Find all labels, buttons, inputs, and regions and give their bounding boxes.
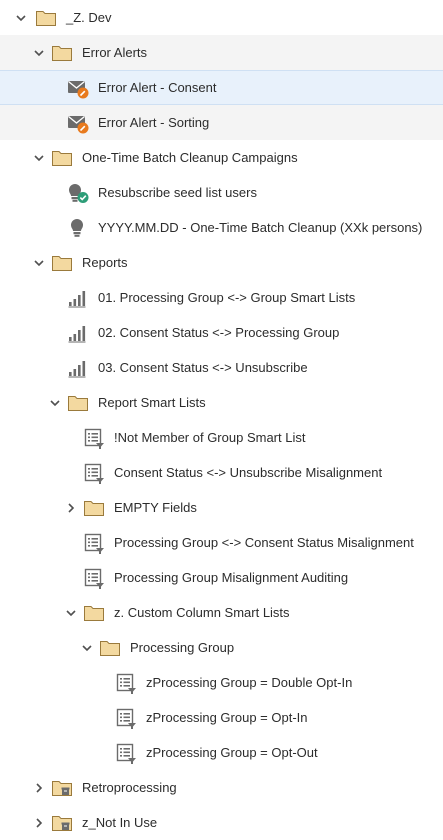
smart-list-icon — [83, 567, 105, 589]
tree-item-label: Reports — [82, 255, 128, 270]
tree-item-report-02[interactable]: 02. Consent Status <-> Processing Group — [0, 315, 443, 350]
tree-item-batch-cleanup[interactable]: One-Time Batch Cleanup Campaigns — [0, 140, 443, 175]
chevron-down-icon[interactable] — [32, 151, 46, 165]
folder-icon — [51, 42, 73, 64]
tree-item-smart-list[interactable]: Consent Status <-> Unsubscribe Misalignm… — [0, 455, 443, 490]
tree-item-processing-group[interactable]: Processing Group — [0, 630, 443, 665]
program-tree: _Z. Dev Error Alerts Error Alert - Conse… — [0, 0, 443, 840]
tree-item-label: z_Not In Use — [82, 815, 158, 830]
tree-item-label: Error Alert - Consent — [98, 80, 217, 95]
tree-item-label: Error Alert - Sorting — [98, 115, 210, 130]
tree-item-label: 03. Consent Status <-> Unsubscribe — [98, 360, 308, 375]
tree-item-label: 02. Consent Status <-> Processing Group — [98, 325, 340, 340]
tree-item-smart-list[interactable]: zProcessing Group = Opt-Out — [0, 735, 443, 770]
smart-list-icon — [83, 427, 105, 449]
tree-item-label: Report Smart Lists — [98, 395, 206, 410]
tree-item-not-in-use[interactable]: z_Not In Use — [0, 805, 443, 840]
tree-item-batch-cleanup-template[interactable]: YYYY.MM.DD - One-Time Batch Cleanup (XXk… — [0, 210, 443, 245]
tree-item-label: zProcessing Group = Opt-In — [146, 710, 308, 725]
chevron-down-icon[interactable] — [14, 11, 28, 25]
folder-icon — [99, 637, 121, 659]
folder-icon — [83, 602, 105, 624]
tree-item-smart-list[interactable]: zProcessing Group = Opt-In — [0, 700, 443, 735]
tree-item-label: Consent Status <-> Unsubscribe Misalignm… — [114, 465, 383, 480]
smart-list-icon — [115, 672, 137, 694]
tree-item-label: Processing Group — [130, 640, 235, 655]
tree-item-label: Retroprocessing — [82, 780, 177, 795]
chevron-right-icon[interactable] — [32, 816, 46, 830]
tree-item-smart-list[interactable]: Processing Group Misalignment Auditing — [0, 560, 443, 595]
tree-item-label: Processing Group <-> Consent Status Misa… — [114, 535, 414, 550]
tree-item-report-03[interactable]: 03. Consent Status <-> Unsubscribe — [0, 350, 443, 385]
tree-item-label: Resubscribe seed list users — [98, 185, 257, 200]
tree-item-label: 01. Processing Group <-> Group Smart Lis… — [98, 290, 356, 305]
email-edit-icon — [67, 77, 89, 99]
tree-item-report-smart-lists[interactable]: Report Smart Lists — [0, 385, 443, 420]
tree-item-label: _Z. Dev — [66, 10, 112, 25]
chevron-right-icon[interactable] — [64, 501, 78, 515]
tree-item-report-01[interactable]: 01. Processing Group <-> Group Smart Lis… — [0, 280, 443, 315]
smart-list-icon — [115, 707, 137, 729]
tree-item-label: YYYY.MM.DD - One-Time Batch Cleanup (XXk… — [98, 220, 423, 235]
tree-item-label: Processing Group Misalignment Auditing — [114, 570, 349, 585]
tree-item-label: EMPTY Fields — [114, 500, 197, 515]
folder-icon — [83, 497, 105, 519]
smart-list-icon — [115, 742, 137, 764]
tree-item-retroprocessing[interactable]: Retroprocessing — [0, 770, 443, 805]
smart-list-icon — [83, 532, 105, 554]
campaign-icon — [67, 217, 89, 239]
tree-item-resubscribe[interactable]: Resubscribe seed list users — [0, 175, 443, 210]
tree-item-label: z. Custom Column Smart Lists — [114, 605, 290, 620]
email-edit-icon — [67, 112, 89, 134]
chevron-down-icon[interactable] — [48, 396, 62, 410]
report-chart-icon — [67, 287, 89, 309]
tree-item-label: zProcessing Group = Opt-Out — [146, 745, 318, 760]
tree-item-label: Error Alerts — [82, 45, 148, 60]
campaign-active-icon — [67, 182, 89, 204]
tree-item-custom-column-lists[interactable]: z. Custom Column Smart Lists — [0, 595, 443, 630]
tree-item-smart-list[interactable]: !Not Member of Group Smart List — [0, 420, 443, 455]
tree-item-empty-fields[interactable]: EMPTY Fields — [0, 490, 443, 525]
tree-item-label: One-Time Batch Cleanup Campaigns — [82, 150, 298, 165]
tree-item-smart-list[interactable]: zProcessing Group = Double Opt-In — [0, 665, 443, 700]
tree-item-error-alert-consent[interactable]: Error Alert - Consent — [0, 70, 443, 105]
tree-item-smart-list[interactable]: Processing Group <-> Consent Status Misa… — [0, 525, 443, 560]
chevron-down-icon[interactable] — [32, 46, 46, 60]
chevron-right-icon[interactable] — [32, 781, 46, 795]
report-chart-icon — [67, 322, 89, 344]
smart-list-icon — [83, 462, 105, 484]
chevron-down-icon[interactable] — [80, 641, 94, 655]
archive-folder-icon — [51, 777, 73, 799]
folder-icon — [35, 7, 57, 29]
tree-item-label: zProcessing Group = Double Opt-In — [146, 675, 353, 690]
folder-icon — [67, 392, 89, 414]
tree-item-label: !Not Member of Group Smart List — [114, 430, 306, 445]
tree-item-error-alert-sorting[interactable]: Error Alert - Sorting — [0, 105, 443, 140]
tree-item-error-alerts[interactable]: Error Alerts — [0, 35, 443, 70]
folder-icon — [51, 147, 73, 169]
folder-icon — [51, 252, 73, 274]
tree-item-z-dev[interactable]: _Z. Dev — [0, 0, 443, 35]
archive-folder-icon — [51, 812, 73, 834]
chevron-down-icon[interactable] — [64, 606, 78, 620]
chevron-down-icon[interactable] — [32, 256, 46, 270]
report-chart-icon — [67, 357, 89, 379]
tree-item-reports[interactable]: Reports — [0, 245, 443, 280]
